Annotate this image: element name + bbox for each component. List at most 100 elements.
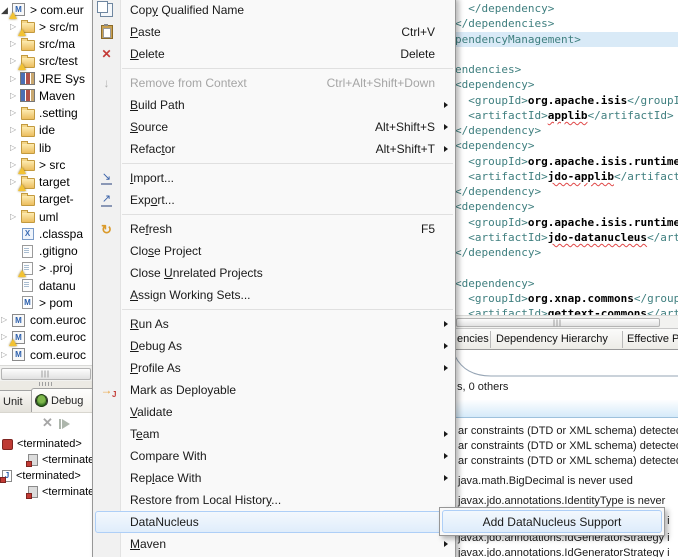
editor-tab-encies[interactable]: encies (457, 333, 489, 345)
submenu-arrow-icon (444, 321, 448, 327)
debug-item-label: <terminate (42, 454, 94, 466)
debug-launch-item[interactable]: <terminate (28, 453, 94, 467)
menu-item-assign-working-sets[interactable]: Assign Working Sets... (93, 284, 455, 306)
resume-icon[interactable] (62, 419, 70, 429)
editor-horizontal-scrollbar[interactable] (455, 315, 678, 329)
menu-item-delete[interactable]: ✕DeleteDelete (93, 43, 455, 65)
code-line[interactable]: </dependency> (455, 245, 678, 260)
problem-row[interactable]: javax.jdo.annotations.IdGeneratorStrateg… (458, 547, 670, 557)
editor-tab-dependency-hierarchy[interactable]: Dependency Hierarchy (496, 333, 608, 345)
menu-item-copy-qualified-name[interactable]: Copy Qualified Name (93, 0, 455, 21)
code-line[interactable]: <dependency> (455, 276, 678, 291)
menu-item-build-path[interactable]: Build Path (93, 94, 455, 116)
tree-item[interactable]: .classpa (10, 225, 83, 242)
problem-row[interactable]: ar constraints (DTD or XML schema) detec… (458, 425, 678, 438)
tree-item[interactable]: > .proj (10, 260, 73, 277)
tree-item[interactable]: ◢> com.eur (1, 1, 84, 18)
menu-item-validate[interactable]: Validate (93, 401, 455, 423)
menu-item-run-as[interactable]: Run As (93, 313, 455, 335)
code-line[interactable]: <dependency> (455, 138, 678, 153)
menu-item-datanucleus[interactable]: DataNucleus (93, 511, 455, 533)
menu-item-team[interactable]: Team (93, 423, 455, 445)
tree-item[interactable]: ▷> src (10, 156, 65, 173)
debug-launch-item[interactable]: <terminated> (2, 437, 82, 451)
scrollbar-thumb[interactable] (456, 318, 660, 327)
menu-item-mark-as-deployable[interactable]: →Mark as Deployable (93, 379, 455, 401)
pom-xml-editor[interactable]: </dependency></dependencies>pendencyMana… (455, 0, 678, 316)
debug-launch-item[interactable]: <terminate (28, 485, 94, 499)
no-icon (93, 335, 120, 357)
code-line[interactable]: <dependency> (455, 199, 678, 214)
code-line[interactable]: </dependency> (455, 123, 678, 138)
tree-item[interactable]: > pom (10, 294, 73, 311)
tree-item[interactable]: ▷target (10, 174, 70, 191)
tree-item[interactable]: ▷> src/m (10, 18, 79, 35)
collapsed-arrow-icon[interactable]: ▷ (10, 212, 20, 222)
tab-debug[interactable]: Debug (31, 388, 101, 412)
tree-item[interactable]: ▷.setting (10, 105, 78, 122)
menu-item-compare-with[interactable]: Compare With (93, 445, 455, 467)
menu-item-refactor[interactable]: RefactorAlt+Shift+T (93, 138, 455, 160)
collapsed-arrow-icon[interactable]: ▷ (10, 91, 20, 101)
package-explorer-tree[interactable]: ◢> com.eur▷> src/m▷src/ma▷src/test▷JRE S… (0, 0, 92, 365)
scrollbar-thumb[interactable] (1, 368, 91, 380)
tree-item[interactable]: ▷ide (10, 122, 55, 139)
code-line[interactable] (455, 260, 678, 275)
editor-tab-effective-p[interactable]: Effective P (627, 333, 678, 345)
collapsed-arrow-icon[interactable]: ▷ (10, 125, 20, 135)
problems-column-header[interactable] (455, 400, 678, 418)
code-line[interactable]: pendencyManagement> (455, 32, 678, 47)
menu-item-replace-with[interactable]: Replace With (93, 467, 455, 489)
collapsed-arrow-icon[interactable]: ▷ (1, 350, 11, 360)
collapsed-arrow-icon[interactable]: ▷ (1, 315, 11, 325)
menu-item-profile-as[interactable]: Profile As (93, 357, 455, 379)
tree-horizontal-scrollbar[interactable] (0, 365, 92, 382)
tree-item[interactable]: ▷uml (10, 208, 58, 225)
debug-launch-item[interactable]: <terminated> (2, 469, 81, 483)
code-line[interactable]: <groupId>org.apache.isis</groupId> (455, 93, 678, 108)
problem-row[interactable]: ar constraints (DTD or XML schema) detec… (458, 440, 678, 453)
tree-item[interactable]: ▷src/ma (10, 36, 75, 53)
collapsed-arrow-icon[interactable]: ▷ (10, 143, 20, 153)
terminate-icon[interactable]: ✕ (42, 415, 53, 431)
code-line[interactable]: <artifactId>jdo-applib</artifactId> (455, 169, 678, 184)
collapsed-arrow-icon[interactable]: ▷ (10, 108, 20, 118)
menu-item-debug-as[interactable]: Debug As (93, 335, 455, 357)
tree-item[interactable]: .gitigno (10, 243, 78, 260)
menu-item-close-project[interactable]: Close Project (93, 240, 455, 262)
problem-row[interactable]: java.math.BigDecimal is never used (458, 475, 633, 488)
tree-item[interactable]: ▷com.euroc (1, 346, 86, 363)
problem-row[interactable]: ar constraints (DTD or XML schema) detec… (458, 455, 678, 468)
tree-item[interactable]: ▷JRE Sys (10, 70, 85, 87)
menu-item-source[interactable]: SourceAlt+Shift+S (93, 116, 455, 138)
collapsed-arrow-icon[interactable]: ▷ (10, 74, 20, 84)
code-line[interactable]: endencies> (455, 62, 678, 77)
code-line[interactable] (455, 47, 678, 62)
collapsed-arrow-icon[interactable]: ▷ (10, 39, 20, 49)
code-line[interactable]: <artifactId>applib</artifactId> (455, 108, 678, 123)
tree-item[interactable]: ▷com.euroc (1, 329, 86, 346)
code-line[interactable]: </dependency> (455, 184, 678, 199)
menu-item-import[interactable]: ↘Import... (93, 167, 455, 189)
menu-item-maven[interactable]: Maven (93, 533, 455, 555)
code-line[interactable]: </dependency> (455, 1, 678, 16)
code-line[interactable]: <dependency> (455, 77, 678, 92)
menu-item-restore-from-local-history[interactable]: Restore from Local History... (93, 489, 455, 511)
menu-item-export[interactable]: ↗Export... (93, 189, 455, 211)
menu-item-add-datanucleus-support[interactable]: Add DataNucleus Support (442, 510, 662, 533)
tree-item[interactable]: ▷com.euroc (1, 312, 86, 329)
tree-item[interactable]: ▷lib (10, 139, 51, 156)
menu-item-close-unrelated-projects[interactable]: Close Unrelated Projects (93, 262, 455, 284)
code-line[interactable]: <groupId>org.apache.isis.runtimes (455, 154, 678, 169)
code-line[interactable]: <artifactId>jdo-datanucleus</artifactId> (455, 230, 678, 245)
tree-item[interactable]: ▷src/test (10, 53, 78, 70)
debug-view: Unit Debug ✕ <terminated><terminate<term… (0, 387, 92, 557)
menu-item-paste[interactable]: PasteCtrl+V (93, 21, 455, 43)
code-line[interactable]: <groupId>org.apache.isis.runtimes (455, 215, 678, 230)
tree-item[interactable]: datanu (10, 277, 76, 294)
code-line[interactable]: </dependencies> (455, 16, 678, 31)
tree-item[interactable]: ▷Maven (10, 87, 75, 104)
code-line[interactable]: <groupId>org.xnap.commons</groupId> (455, 291, 678, 306)
tree-item[interactable]: target- (10, 191, 74, 208)
menu-item-refresh[interactable]: ↻RefreshF5 (93, 218, 455, 240)
